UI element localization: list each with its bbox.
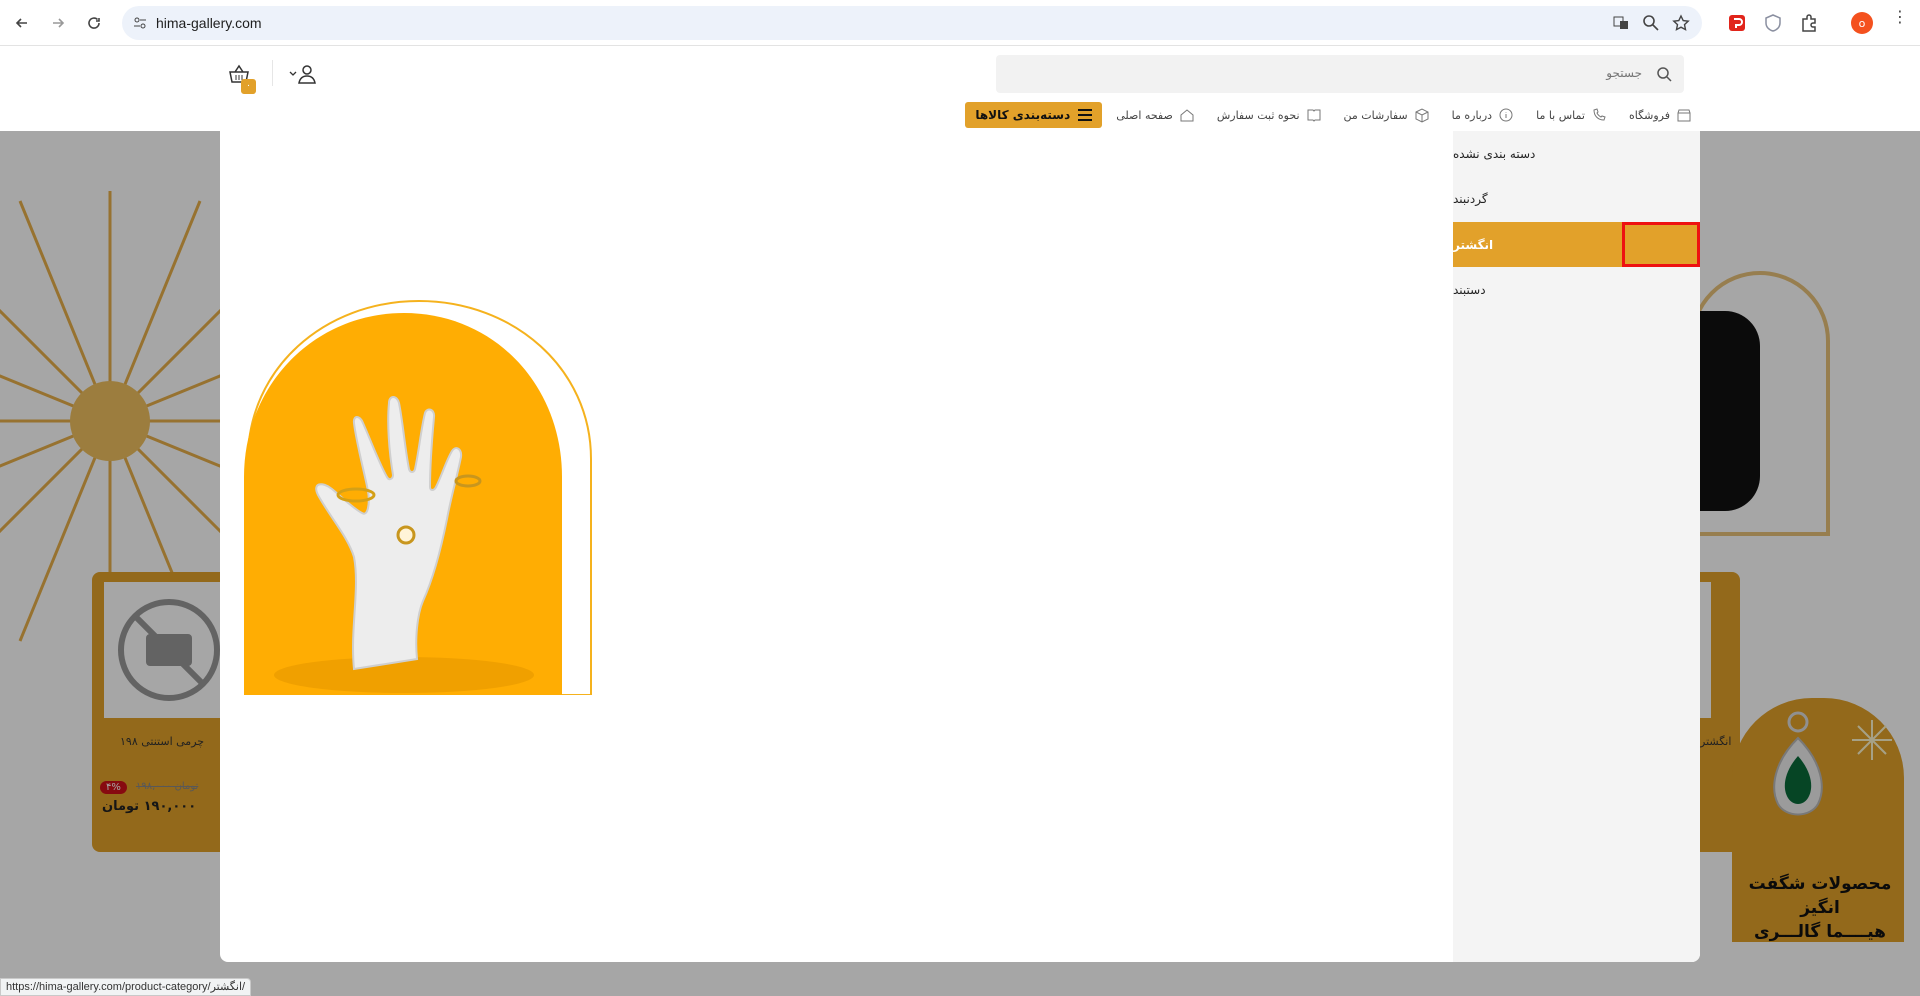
chevron-down-icon[interactable] [288, 69, 298, 79]
categories-button-label: دسته‌بندی کالاها [975, 108, 1071, 122]
categories-menu-button[interactable]: دسته‌بندی کالاها [965, 102, 1103, 128]
url-text[interactable]: hima-gallery.com [156, 15, 262, 31]
search-box[interactable] [996, 55, 1684, 93]
site-settings-icon[interactable] [132, 15, 148, 31]
phone-icon [1593, 108, 1606, 121]
back-icon[interactable] [10, 11, 34, 35]
info-icon [1499, 108, 1513, 122]
main-nav: دسته‌بندی کالاها صفحه اصلی نحوه ثبت سفار… [965, 102, 1700, 128]
bookmark-star-icon[interactable] [1672, 14, 1690, 32]
hamburger-icon [1078, 109, 1093, 121]
box-icon [1415, 108, 1429, 123]
search-input[interactable] [1044, 65, 1644, 81]
category-necklace[interactable]: گردنبند [1453, 176, 1700, 221]
browser-toolbar: hima-gallery.com o ⋮ [0, 0, 1920, 46]
nav-item-contact[interactable]: تماس با ما [1528, 102, 1615, 128]
nav-item-label: سفارشات من [1343, 108, 1408, 122]
nav-item-home[interactable]: صفحه اصلی [1108, 102, 1203, 128]
home-icon [1180, 109, 1194, 122]
extensions-puzzle-icon[interactable] [1798, 12, 1820, 34]
shield-extension-icon[interactable] [1762, 12, 1784, 34]
categories-sidebar: دسته بندی نشده گردنبند انگشتر دستبند [1453, 131, 1700, 962]
address-bar[interactable]: hima-gallery.com [122, 6, 1702, 40]
reload-icon[interactable] [82, 11, 106, 35]
category-bracelet[interactable]: دستبند [1453, 267, 1700, 312]
zoom-icon[interactable] [1642, 14, 1660, 32]
nav-item-shop[interactable]: فروشگاه [1621, 102, 1700, 128]
cart-count-badge: ۰ [241, 79, 256, 94]
profile-avatar[interactable]: o [1851, 12, 1873, 34]
nav-item-about[interactable]: درباره ما [1444, 102, 1522, 128]
user-account-icon[interactable] [296, 63, 318, 85]
nav-item-label: تماس با ما [1536, 108, 1585, 122]
translate-icon[interactable] [1612, 14, 1630, 32]
nav-item-label: نحوه ثبت سفارش [1216, 108, 1300, 122]
nav-item-label: صفحه اصلی [1116, 108, 1173, 122]
nav-item-how-to-order[interactable]: نحوه ثبت سفارش [1209, 102, 1330, 128]
category-uncategorized[interactable]: دسته بندی نشده [1453, 131, 1700, 176]
selection-highlight [1622, 222, 1700, 267]
nav-item-label: درباره ما [1451, 108, 1493, 122]
categories-mega-menu: دسته بندی نشده گردنبند انگشتر دستبند [220, 131, 1700, 962]
nav-item-label: فروشگاه [1628, 108, 1670, 122]
forward-icon[interactable] [46, 11, 70, 35]
store-icon [1677, 109, 1691, 122]
link-status-bar: https://hima-gallery.com/product-categor… [0, 978, 252, 996]
book-icon [1307, 109, 1320, 122]
menu-dots-icon[interactable]: ⋮ [1892, 9, 1908, 32]
ring-hand-banner-image[interactable] [244, 299, 594, 695]
site-header: ۰ دسته‌بندی کالاها صفحه اصلی نحوه ثبت سف… [0, 46, 1920, 131]
search-icon[interactable] [1656, 66, 1672, 82]
extension-red-icon[interactable] [1726, 12, 1748, 34]
header-divider [272, 60, 273, 86]
nav-item-my-orders[interactable]: سفارشات من [1336, 102, 1438, 128]
